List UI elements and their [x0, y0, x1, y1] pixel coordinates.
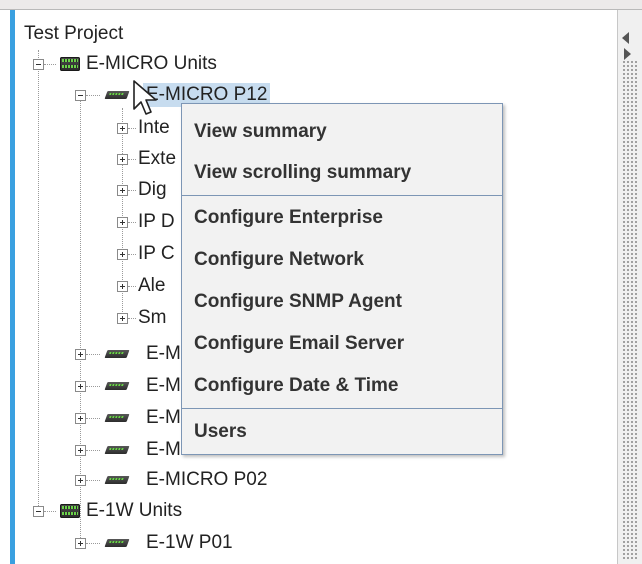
device-unit-icon	[104, 446, 130, 454]
tree-branch	[86, 95, 100, 96]
tree-node-device[interactable]: E-M	[24, 374, 181, 398]
splitter-grip[interactable]	[622, 60, 638, 560]
tree-node-e1w-p01[interactable]: E-1W P01	[24, 531, 304, 555]
tree-node-label: Exte	[138, 148, 177, 169]
menu-item-configure-network[interactable]: Configure Network	[182, 240, 502, 280]
tree-branch	[128, 159, 136, 160]
plus-box-icon[interactable]	[117, 281, 128, 292]
menu-item-label: Configure SNMP Agent	[194, 291, 402, 312]
menu-separator	[182, 408, 502, 409]
tree-node-child[interactable]: Sm	[24, 306, 181, 330]
network-group-icon	[60, 504, 80, 518]
plus-box-icon[interactable]	[117, 217, 128, 228]
tree-node-child[interactable]: Inte	[24, 116, 181, 140]
tree-node-label: Sm	[138, 307, 167, 328]
plus-box-icon[interactable]	[75, 413, 86, 424]
tree-node-device[interactable]: E-M	[24, 342, 181, 366]
tree-root-label: Test Project	[24, 23, 124, 44]
device-unit-icon	[104, 476, 130, 484]
minus-box-icon[interactable]	[33, 506, 44, 517]
mouse-pointer-icon	[133, 80, 157, 115]
plus-box-icon[interactable]	[117, 185, 128, 196]
tree-branch	[128, 254, 136, 255]
plus-box-icon[interactable]	[75, 349, 86, 360]
device-unit-icon	[104, 539, 130, 547]
tree-node-label: E-M	[146, 375, 181, 396]
tree-node-label: IP C	[138, 243, 175, 264]
tree-node-label: E-MICRO Units	[86, 53, 217, 74]
plus-box-icon[interactable]	[117, 154, 128, 165]
menu-item-view-summary[interactable]: View summary	[182, 112, 502, 152]
collapse-left-arrow-icon[interactable]	[622, 32, 629, 44]
tree-branch	[128, 128, 136, 129]
app-window: Test Project E-MICRO Units E-MICRO P12 I…	[0, 0, 642, 564]
tree-node-e1w-units[interactable]: E-1W Units	[24, 499, 284, 523]
tree-node-label: Ale	[138, 275, 166, 296]
tree-node-label: IP D	[138, 211, 175, 232]
left-accent-bar	[10, 10, 15, 564]
network-group-icon	[60, 57, 80, 71]
tree-node-device[interactable]: E-M	[24, 406, 181, 430]
tree-node-child[interactable]: Ale	[24, 274, 181, 298]
plus-box-icon[interactable]	[75, 445, 86, 456]
tree-node-child[interactable]: IP C	[24, 242, 181, 266]
tree-branch	[86, 543, 100, 544]
plus-box-icon[interactable]	[117, 123, 128, 134]
tree-branch	[128, 286, 136, 287]
plus-box-icon[interactable]	[75, 381, 86, 392]
tree-node-label: Inte	[138, 117, 170, 138]
device-unit-icon	[104, 382, 130, 390]
menu-item-view-scrolling-summary[interactable]: View scrolling summary	[182, 153, 502, 193]
menu-item-configure-date-time[interactable]: Configure Date & Time	[182, 366, 502, 406]
menu-item-configure-enterprise[interactable]: Configure Enterprise	[182, 198, 502, 238]
device-unit-icon	[104, 350, 130, 358]
tree-branch	[86, 480, 100, 481]
tree-branch	[86, 450, 100, 451]
tree-branch	[128, 222, 136, 223]
tree-node-emicro-p02[interactable]: E-MICRO P02	[24, 468, 324, 492]
tree-branch	[86, 354, 100, 355]
device-unit-icon	[104, 414, 130, 422]
tree-node-child[interactable]: IP D	[24, 210, 181, 234]
plus-box-icon[interactable]	[75, 475, 86, 486]
tree-node-device[interactable]: E-M	[24, 438, 181, 462]
tree-branch	[86, 386, 100, 387]
tree-node-label: Dig	[138, 179, 167, 200]
tree-branch	[44, 64, 56, 65]
plus-box-icon[interactable]	[75, 538, 86, 549]
menu-item-configure-snmp-agent[interactable]: Configure SNMP Agent	[182, 282, 502, 322]
tree-node-label: E-M	[146, 407, 181, 428]
plus-box-icon[interactable]	[117, 313, 128, 324]
menu-item-label: Configure Enterprise	[194, 207, 383, 228]
menu-separator	[182, 195, 502, 196]
minus-box-icon[interactable]	[33, 59, 44, 70]
tree-branch	[44, 511, 56, 512]
menu-item-label: Users	[194, 421, 247, 442]
tree-node-label: E-M	[146, 439, 181, 460]
plus-box-icon[interactable]	[117, 249, 128, 260]
tree-node-emicro-units[interactable]: E-MICRO Units	[24, 52, 284, 76]
tree-node-label: E-MICRO P02	[146, 469, 268, 490]
tree-branch	[86, 418, 100, 419]
menu-item-users[interactable]: Users	[182, 412, 502, 452]
context-menu: View summary View scrolling summary Conf…	[181, 103, 503, 455]
tree-node-label: E-1W P01	[146, 532, 233, 553]
tree-branch	[128, 190, 136, 191]
tree-node-label: E-M	[146, 343, 181, 364]
menu-item-label: Configure Network	[194, 249, 364, 270]
device-unit-icon	[104, 91, 130, 99]
menu-item-label: Configure Email Server	[194, 333, 405, 354]
minus-box-icon[interactable]	[75, 90, 86, 101]
top-border	[0, 0, 642, 10]
tree-node-label: E-1W Units	[86, 500, 183, 521]
expand-right-arrow-icon[interactable]	[624, 48, 631, 60]
menu-item-label: View scrolling summary	[194, 162, 412, 183]
tree-node-child[interactable]: Dig	[24, 178, 181, 202]
menu-item-label: View summary	[194, 121, 327, 142]
tree-branch	[128, 318, 136, 319]
menu-item-configure-email-server[interactable]: Configure Email Server	[182, 324, 502, 364]
tree-node-child[interactable]: Exte	[24, 147, 181, 171]
menu-item-label: Configure Date & Time	[194, 375, 399, 396]
right-side-panel[interactable]	[617, 10, 642, 564]
